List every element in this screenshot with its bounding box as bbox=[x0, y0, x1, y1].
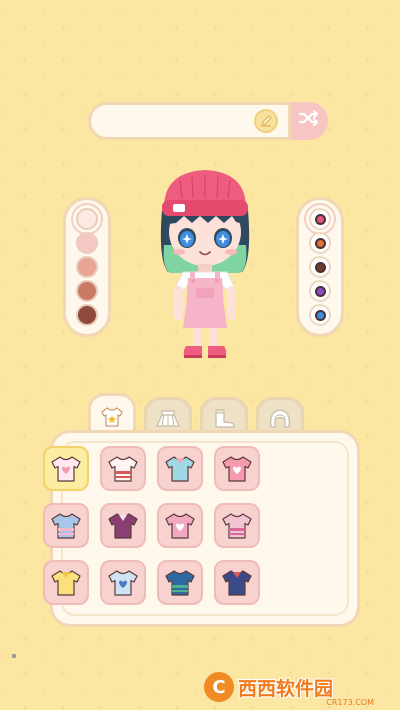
watermark-logo: C bbox=[204, 672, 234, 702]
eye-swatch-3[interactable] bbox=[309, 256, 331, 278]
eye-swatch-1[interactable] bbox=[309, 208, 331, 230]
clothing-grid bbox=[43, 446, 260, 605]
hair-icon bbox=[270, 408, 290, 428]
yellow-blouse-icon bbox=[51, 569, 81, 596]
sailor-shirt-icon bbox=[108, 569, 138, 596]
decorative-dot bbox=[12, 654, 16, 658]
clothing-item-teal-crop-top[interactable] bbox=[157, 446, 203, 491]
eye-swatch-5[interactable] bbox=[309, 304, 331, 326]
clothing-item-blue-hoodie[interactable] bbox=[43, 503, 89, 548]
bow-blouse-icon bbox=[108, 455, 138, 482]
pencil-icon bbox=[261, 115, 272, 127]
skin-swatch-1[interactable] bbox=[76, 208, 98, 230]
shuffle-button[interactable] bbox=[288, 102, 328, 140]
eye-swatch-2[interactable] bbox=[309, 232, 331, 254]
skin-swatch-3[interactable] bbox=[76, 256, 98, 278]
teal-crop-top-icon bbox=[165, 455, 195, 482]
edit-button[interactable] bbox=[254, 109, 278, 133]
watermark-subtext: CR173.COM bbox=[326, 698, 374, 707]
category-tabs bbox=[88, 393, 304, 437]
striped-sweater-icon bbox=[108, 512, 138, 539]
bow-cardigan-icon bbox=[222, 512, 252, 539]
clothing-item-yellow-blouse[interactable] bbox=[43, 560, 89, 605]
tshirt-star-icon bbox=[101, 406, 123, 427]
clothing-item-anchor-top[interactable] bbox=[157, 560, 203, 605]
denim-jacket-icon bbox=[222, 569, 252, 596]
shuffle-icon bbox=[298, 110, 318, 126]
skin-swatch-5[interactable] bbox=[76, 304, 98, 326]
anchor-top-icon bbox=[165, 569, 195, 596]
clothing-item-striped-sweater[interactable] bbox=[100, 503, 146, 548]
clothing-item-bow-blouse[interactable] bbox=[100, 446, 146, 491]
boots-icon bbox=[215, 408, 235, 428]
skin-swatch-4[interactable] bbox=[76, 280, 98, 302]
skin-swatch-2[interactable] bbox=[76, 232, 98, 254]
heart-tee-icon bbox=[51, 455, 81, 482]
pink-sweatshirt-icon bbox=[165, 512, 195, 539]
clothing-item-heart-tee[interactable] bbox=[43, 446, 89, 491]
blue-hoodie-icon bbox=[51, 512, 81, 539]
clothing-item-denim-jacket[interactable] bbox=[214, 560, 260, 605]
eye-color-panel bbox=[296, 197, 344, 337]
name-input[interactable] bbox=[103, 111, 253, 131]
watermark-text: 西西软件园 bbox=[238, 677, 334, 700]
clothing-item-pink-sweatshirt[interactable] bbox=[157, 503, 203, 548]
name-bar bbox=[88, 102, 328, 140]
character-avatar[interactable] bbox=[150, 160, 260, 370]
eye-swatch-4[interactable] bbox=[309, 280, 331, 302]
skirt-icon bbox=[156, 409, 180, 427]
clothing-item-bow-cardigan[interactable] bbox=[214, 503, 260, 548]
clothing-item-sailor-shirt[interactable] bbox=[100, 560, 146, 605]
clothing-item-pink-jacket[interactable] bbox=[214, 446, 260, 491]
pink-jacket-icon bbox=[222, 455, 252, 482]
skin-tone-panel bbox=[63, 197, 111, 337]
